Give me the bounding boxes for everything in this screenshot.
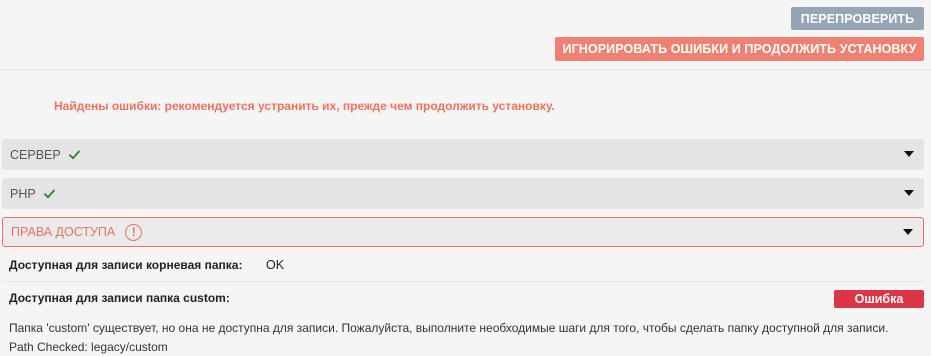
check-icon (68, 149, 80, 160)
section-permissions[interactable]: ПРАВА ДОСТУПА ! (2, 217, 924, 247)
section-php-label: PHP (10, 186, 36, 201)
ignore-errors-continue-button[interactable]: ИГНОРИРОВАТЬ ОШИБКИ И ПРОДОЛЖИТЬ УСТАНОВ… (555, 37, 924, 61)
section-php[interactable]: PHP (2, 178, 924, 209)
check-icon (43, 188, 55, 199)
custom-folder-writable-label: Доступная для записи папка custom: (9, 291, 230, 305)
section-server[interactable]: СЕРВЕР (2, 139, 924, 170)
error-status-badge: Ошибка (834, 290, 924, 308)
errors-found-warning: Найдены ошибки: рекомендуется устранить … (54, 99, 555, 113)
section-permissions-label: ПРАВА ДОСТУПА (11, 225, 116, 239)
root-folder-writable-value: OK (266, 258, 285, 272)
custom-folder-error-message: Папка 'custom' существует, но она не дос… (9, 321, 889, 335)
root-folder-writable-label: Доступная для записи корневая папка: (9, 258, 243, 272)
caret-down-icon[interactable] (904, 151, 914, 157)
section-server-label: СЕРВЕР (10, 147, 61, 162)
alert-circle-icon: ! (125, 223, 143, 241)
row-divider (2, 281, 924, 282)
recheck-button[interactable]: ПЕРЕПРОВЕРИТЬ (791, 7, 924, 30)
top-divider (0, 69, 931, 70)
path-checked-text: Path Checked: legacy/custom (9, 340, 168, 354)
caret-down-icon[interactable] (904, 190, 914, 196)
caret-down-icon[interactable] (903, 229, 913, 235)
